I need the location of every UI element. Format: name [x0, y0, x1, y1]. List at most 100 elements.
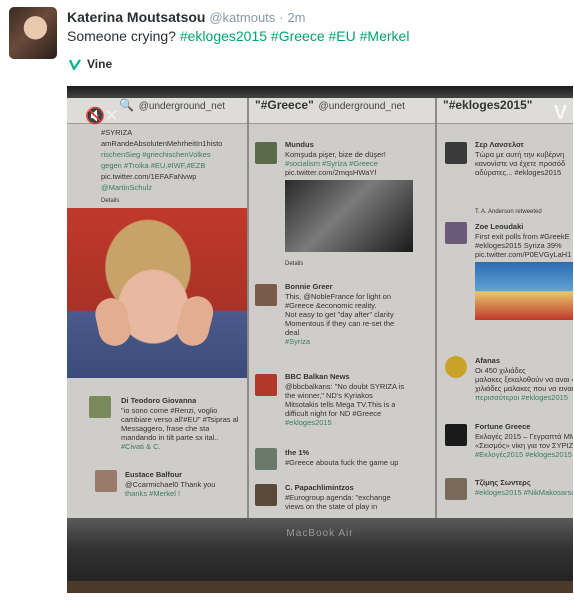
column-2-query: "#Greece": [255, 98, 314, 112]
col2-t4-user: the 1%: [285, 448, 310, 457]
author-line: Katerina Moutsatsou @katmouts · 2m: [67, 9, 306, 25]
mute-x: ✕: [104, 108, 119, 125]
hand-right-shape: [173, 292, 217, 350]
laptop-label: MacBook Air: [286, 528, 354, 539]
col2-t3-line: the winner," ND's Kyriakos: [285, 391, 373, 400]
user-avatar: [445, 142, 467, 164]
column-1-account: @underground_net: [138, 101, 226, 112]
col2-t5-user: C. Papachlimintzos: [285, 483, 354, 492]
col1-line: @MartinSchulz: [101, 183, 152, 192]
col1-t3-line: @Ccarmichael0 Thank you: [125, 480, 216, 489]
vine-watermark-icon: V: [553, 102, 567, 124]
col1-line: #SYRIZA: [101, 128, 133, 137]
col1-t2-line: mandando in tilt parte sx ital..: [121, 433, 219, 442]
col3-t5-user: Τζίμης Σωντερς: [475, 478, 531, 487]
user-avatar: [445, 222, 467, 244]
col3-t3-line: περισσότεροι #ekloges2015: [475, 393, 568, 402]
column-3-query: "#ekloges2015": [443, 98, 533, 112]
media-source[interactable]: Vine: [69, 57, 112, 71]
col1-t2-line: "io sono come #Renzi, voglio: [121, 406, 218, 415]
tweet-time[interactable]: 2m: [287, 10, 305, 25]
col2-t5-line: #Eurogroup agenda: "exchange: [285, 493, 391, 502]
col2-details: Details: [285, 261, 304, 267]
hashtag-merkel[interactable]: #Merkel: [360, 28, 410, 44]
col2-t2-user: Bonnie Greer: [285, 282, 333, 291]
mute-icon[interactable]: 🔇✕: [85, 106, 118, 126]
col2-t2-line: deal: [285, 328, 300, 337]
author-handle[interactable]: @katmouts: [209, 10, 275, 25]
col1-line: amRandeAbsolutenMehrheitIn1histo: [101, 139, 223, 148]
col2-t3-line: #ekloges2015: [285, 418, 332, 427]
col2-t3-user: BBC Balkan News: [285, 372, 350, 381]
col2-t2-line: #Greece &economic reality.: [285, 301, 377, 310]
col3-t4-line: #Eκλογές2015 #ekloges2015: [475, 450, 572, 459]
col3-retweet: T. A. Anderson retweeted: [475, 209, 542, 215]
author-avatar[interactable]: [9, 7, 57, 59]
col3-t3-user: Afanas: [475, 356, 501, 365]
col2-t3-line: @bbcbalkans: "No doubt SYRIZA is: [285, 382, 405, 391]
time-separator: ·: [279, 10, 284, 25]
vine-icon: [69, 59, 81, 70]
rally-photo: [285, 180, 413, 252]
col3-t4-line: «Σεισμός» νίκη για τον ΣΥΡΙΖΑ»: [475, 441, 573, 450]
col3-t2-user: Zoe Leoudaki: [475, 222, 524, 231]
col2-t1-line: #socialism #Syriza #Greece: [285, 159, 378, 168]
col3-t4-line: Εκλογές 2015 – Γεγραπτά ΜΜΕ:: [475, 432, 573, 441]
column-3-header: "#ekloges2015": [437, 98, 573, 124]
col1-t2-line: Messaggero, frase che sta: [121, 424, 210, 433]
hashtag-eu[interactable]: #EU: [329, 28, 356, 44]
user-avatar: [255, 374, 277, 396]
col3-t2-line: First exit polls from #GreekE: [475, 232, 570, 241]
col2-t3-line: Mitsotakis tells Mega TV.This is a: [285, 400, 396, 409]
user-avatar: [445, 478, 467, 500]
col3-t3-line: χιλιάδες μαλακες που να ειναι: [475, 384, 573, 393]
tweet-header: Katerina Moutsatsou @katmouts · 2m Someo…: [0, 0, 574, 80]
search-icon: 🔍: [119, 98, 134, 112]
col3-t2-line: #ekloges2015 Syriza 39%: [475, 241, 562, 250]
author-name[interactable]: Katerina Moutsatsou: [67, 9, 205, 25]
col1-t3-user: Eustace Balfour: [125, 470, 183, 479]
col3-t2-line: pic.twitter.com/P0EVGyLaH1: [475, 250, 572, 259]
col1-t2-line: cambiare verso all'#EU" #Tsipras al: [121, 415, 239, 424]
col3-t3-line: μαλακες ξεκαλοθούν να αναι 450: [475, 375, 573, 384]
column-2: "#Greece" @underground_net Mundus Komşud…: [249, 98, 437, 518]
vine-label: Vine: [87, 57, 113, 71]
user-avatar: [255, 142, 277, 164]
user-avatar: [89, 396, 111, 418]
hashtag-greece[interactable]: #Greece: [271, 28, 325, 44]
col2-t1-user: Mundus: [285, 140, 314, 149]
col3-t5-line: #ekloges2015 #NikMakosarsce: [475, 488, 573, 497]
fortune-logo-icon: [445, 424, 467, 446]
vine-video[interactable]: 🔍 @underground_net #SYRIZA amRandeAbsolu…: [67, 86, 573, 593]
merkel-photo: [67, 208, 247, 378]
user-avatar: [255, 284, 277, 306]
col3-t4-user: Fortune Greece: [475, 422, 531, 431]
user-avatar: [95, 470, 117, 492]
tweet-text: Someone crying? #ekloges2015 #Greece #EU…: [67, 28, 409, 44]
col2-t1-line: pic.twitter.com/2mqsHWaYf: [285, 168, 377, 177]
column-2-account: @underground_net: [318, 101, 405, 112]
exit-poll-image: [475, 262, 573, 320]
column-3: "#ekloges2015" Σερ Λανσελοτ Τώρα με αυτή…: [437, 98, 573, 518]
tweet-text-plain: Someone crying?: [67, 28, 176, 44]
col1-t2-user: Di Teodoro Giovanna: [121, 396, 197, 405]
col3-t1-line: κανονίστε να έχετε προσόδ: [475, 159, 566, 168]
col3-t3-line: Οι 450 χιλιάδες: [475, 366, 526, 375]
col2-t4-line: #Greece abouta fuck the game up: [285, 458, 399, 467]
col1-t2-line: #Civati & C.: [121, 442, 161, 451]
laptop-screen: 🔍 @underground_net #SYRIZA amRandeAbsolu…: [67, 98, 573, 518]
col2-t2-line: #Syriza: [285, 337, 311, 346]
user-avatar: [445, 356, 467, 378]
col2-t1-line: Komşuda pişer, bize de düşer!: [285, 150, 386, 159]
col3-t1-line: Τώρα με αυτή την κυβέρνη: [475, 150, 565, 159]
hashtag-ekloges2015[interactable]: #ekloges2015: [180, 28, 267, 44]
col2-t2-line: This, @NobleFrance for light on: [285, 292, 391, 301]
hand-left-shape: [92, 295, 134, 349]
col3-t1-line: αδύρατες... #ekloges2015: [475, 168, 562, 177]
col1-line: gegen #Troika #EU,#IWF,#EZB: [101, 161, 206, 170]
user-avatar: [255, 448, 277, 470]
column-1: 🔍 @underground_net #SYRIZA amRandeAbsolu…: [67, 98, 249, 518]
table-surface: [67, 581, 573, 593]
col2-t2-line: Momentous if they can re-set the: [285, 319, 395, 328]
col3-t1-user: Σερ Λανσελοτ: [475, 140, 524, 149]
